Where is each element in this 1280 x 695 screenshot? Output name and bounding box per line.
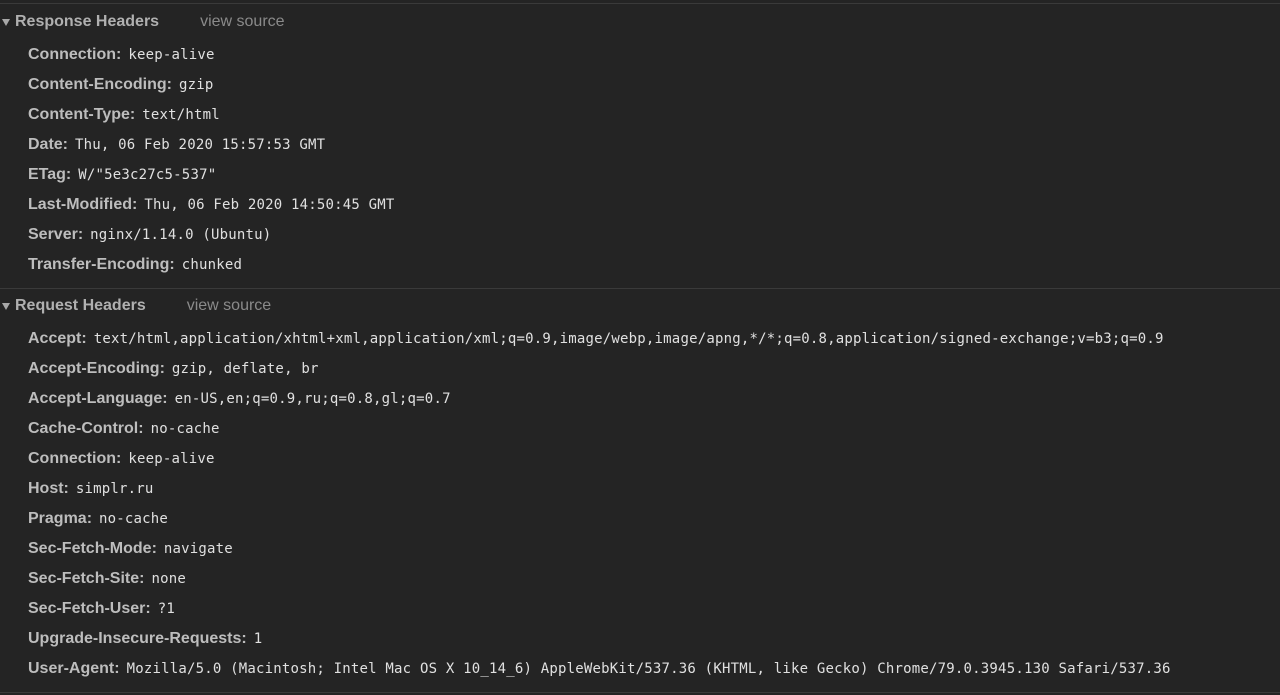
header-value: W/"5e3c27c5-537" xyxy=(78,167,217,183)
header-name: User-Agent: xyxy=(28,660,120,677)
header-name: Cache-Control: xyxy=(28,420,144,437)
disclosure-triangle-icon[interactable] xyxy=(2,302,10,310)
header-value: text/html xyxy=(142,107,220,123)
header-name: Content-Type: xyxy=(28,106,136,123)
header-value: en-US,en;q=0.9,ru;q=0.8,gl;q=0.7 xyxy=(174,391,451,407)
header-name: Upgrade-Insecure-Requests: xyxy=(28,630,247,647)
header-row: Last-Modified: Thu, 06 Feb 2020 14:50:45… xyxy=(28,194,395,216)
header-row: Pragma: no-cache xyxy=(28,508,168,530)
header-value: Mozilla/5.0 (Macintosh; Intel Mac OS X 1… xyxy=(126,661,1171,677)
header-name: Accept: xyxy=(28,330,87,347)
header-name: ETag: xyxy=(28,166,72,183)
header-row: Host: simplr.ru xyxy=(28,478,154,500)
header-name: Connection: xyxy=(28,450,122,467)
header-row: Content-Encoding: gzip xyxy=(28,74,213,96)
header-name: Server: xyxy=(28,226,84,243)
header-value: text/html,application/xhtml+xml,applicat… xyxy=(93,331,1164,347)
header-value: ?1 xyxy=(157,601,175,617)
header-row: Accept-Language: en-US,en;q=0.9,ru;q=0.8… xyxy=(28,388,451,410)
header-name: Content-Encoding: xyxy=(28,76,172,93)
header-row: Sec-Fetch-Mode: navigate xyxy=(28,538,233,560)
header-name: Sec-Fetch-Site: xyxy=(28,570,145,587)
header-name: Date: xyxy=(28,136,69,153)
header-value: simplr.ru xyxy=(75,481,154,497)
request-view-source-link[interactable]: view source xyxy=(187,297,271,315)
header-value: keep-alive xyxy=(128,451,215,467)
header-name: Accept-Encoding: xyxy=(28,360,165,377)
top-divider xyxy=(0,3,1280,4)
header-name: Connection: xyxy=(28,46,122,63)
header-row: Connection: keep-alive xyxy=(28,448,215,470)
header-value: nginx/1.14.0 (Ubuntu) xyxy=(90,227,272,243)
header-name: Pragma: xyxy=(28,510,93,527)
request-headers-toggle[interactable]: Request Headers view source xyxy=(0,295,271,317)
header-value: gzip xyxy=(178,77,214,93)
header-value: Thu, 06 Feb 2020 15:57:53 GMT xyxy=(75,137,326,153)
response-headers-title: Response Headers xyxy=(15,13,160,30)
header-name: Host: xyxy=(28,480,69,497)
header-row: Transfer-Encoding: chunked xyxy=(28,254,242,276)
header-value: Thu, 06 Feb 2020 14:50:45 GMT xyxy=(144,197,395,213)
header-value: keep-alive xyxy=(128,47,215,63)
header-value: none xyxy=(151,571,186,587)
header-row: ETag: W/"5e3c27c5-537" xyxy=(28,164,216,186)
header-row: Connection: keep-alive xyxy=(28,44,215,66)
header-row: Accept: text/html,application/xhtml+xml,… xyxy=(28,328,1164,350)
header-row: User-Agent: Mozilla/5.0 (Macintosh; Inte… xyxy=(28,658,1171,680)
header-row: Sec-Fetch-User: ?1 xyxy=(28,598,175,620)
header-value: gzip, deflate, br xyxy=(171,361,319,377)
header-row: Content-Type: text/html xyxy=(28,104,220,126)
header-name: Sec-Fetch-User: xyxy=(28,600,151,617)
header-value: navigate xyxy=(163,541,233,557)
disclosure-triangle-icon[interactable] xyxy=(2,18,10,26)
header-value: 1 xyxy=(253,631,263,647)
section-divider xyxy=(0,288,1280,289)
header-row: Upgrade-Insecure-Requests: 1 xyxy=(28,628,262,650)
header-value: no-cache xyxy=(150,421,220,437)
header-row: Server: nginx/1.14.0 (Ubuntu) xyxy=(28,224,271,246)
header-row: Sec-Fetch-Site: none xyxy=(28,568,186,590)
request-headers-title: Request Headers xyxy=(15,297,146,314)
header-name: Last-Modified: xyxy=(28,196,138,213)
header-value: no-cache xyxy=(99,511,169,527)
header-row: Cache-Control: no-cache xyxy=(28,418,220,440)
header-row: Date: Thu, 06 Feb 2020 15:57:53 GMT xyxy=(28,134,325,156)
header-row: Accept-Encoding: gzip, deflate, br xyxy=(28,358,319,380)
header-name: Sec-Fetch-Mode: xyxy=(28,540,157,557)
response-view-source-link[interactable]: view source xyxy=(200,13,284,31)
header-name: Accept-Language: xyxy=(28,390,168,407)
header-name: Transfer-Encoding: xyxy=(28,256,175,273)
bottom-divider xyxy=(0,692,1280,693)
response-headers-toggle[interactable]: Response Headers view source xyxy=(0,11,285,33)
header-value: chunked xyxy=(181,257,243,273)
